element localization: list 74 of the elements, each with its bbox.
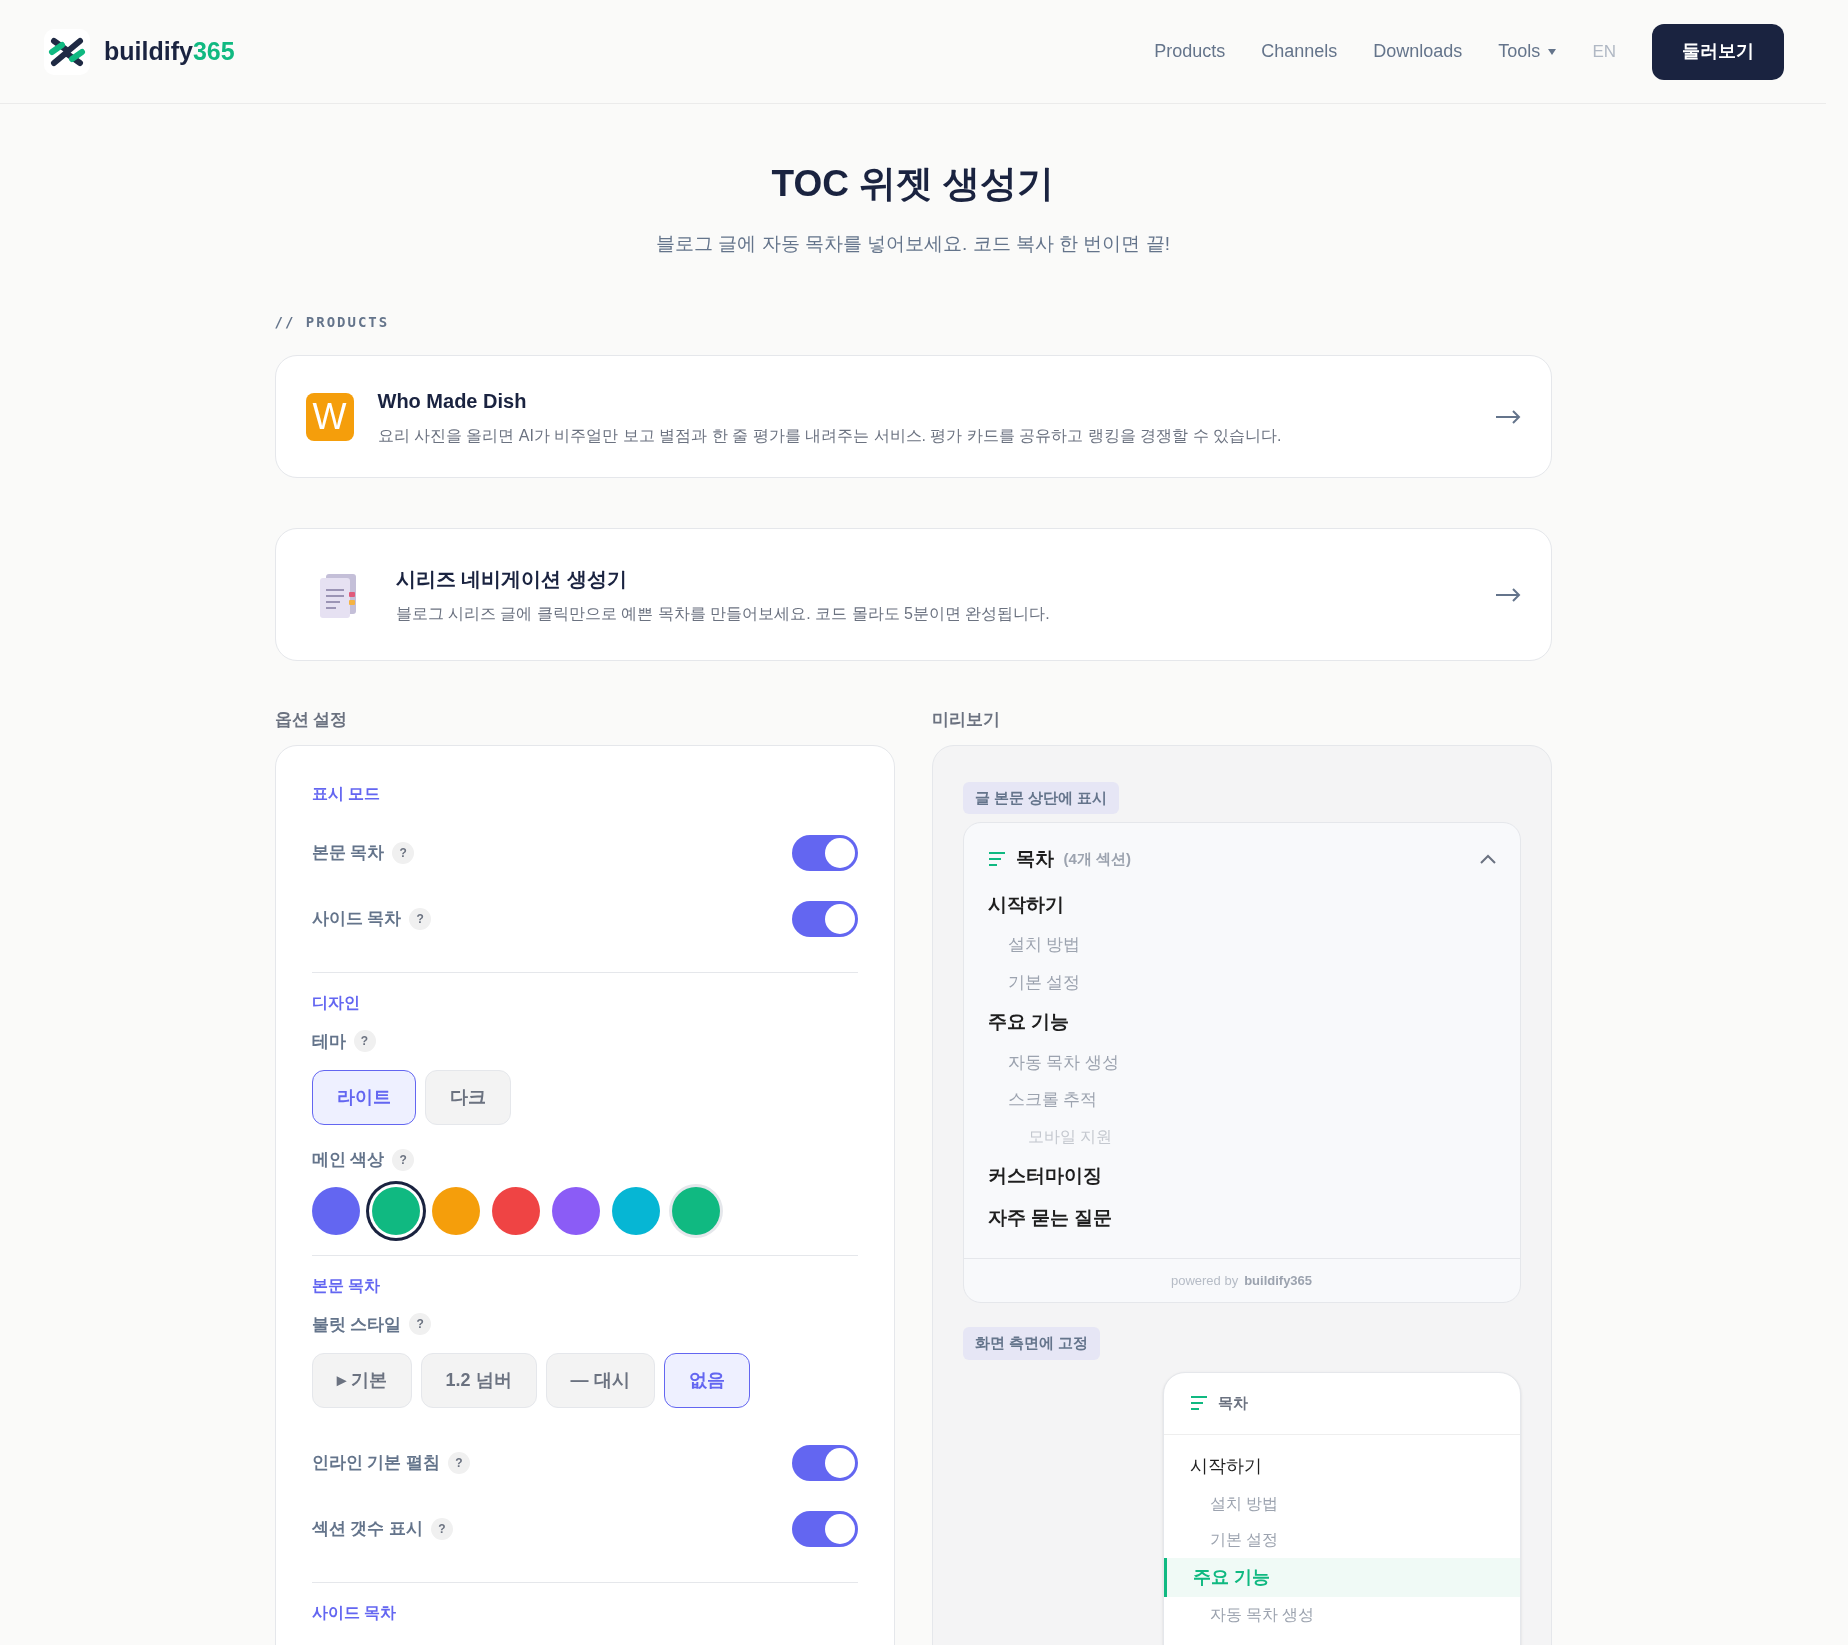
section-title: 표시 모드 <box>311 783 381 804</box>
arrow-right-icon <box>1494 587 1521 602</box>
explore-button[interactable]: 둘러보기 <box>1652 23 1784 80</box>
section-count: (4개 섹션) <box>1063 849 1131 869</box>
toc-item[interactable]: 자주 묻는 질문 <box>987 1197 1496 1240</box>
preview-badge: 글 본문 상단에 표시 <box>962 781 1119 814</box>
option-label: 불릿 스타일 <box>311 1313 402 1336</box>
toc-item[interactable]: 커스터마이징 <box>987 1154 1496 1197</box>
product-card[interactable]: 시리즈 네비게이션 생성기 블로그 시리즈 글에 클릭만으로 예쁜 목차를 만들어보세요. 코드 몰라도 5분이면 완성됩니다. <box>274 528 1552 661</box>
section-title: 사이드 목차 <box>311 1603 397 1623</box>
help-button[interactable]: ? <box>353 1030 376 1053</box>
toc-item[interactable]: 시작하기 <box>987 883 1496 926</box>
option-button[interactable]: 없음 <box>663 1353 750 1408</box>
section-title: 본문 목차 <box>311 1275 381 1296</box>
toc-item[interactable]: 설치 방법 <box>987 926 1496 964</box>
logo-text[interactable]: buildify365 <box>104 32 235 71</box>
option-label: 메인 색상 <box>311 1149 385 1171</box>
toc-item[interactable]: 설치 방법 <box>1163 1485 1520 1522</box>
toc-item[interactable]: 주요 기능 <box>1163 1557 1520 1597</box>
help-button[interactable]: ? <box>430 1518 453 1540</box>
toc-item[interactable]: 기본 설정 <box>987 963 1496 1001</box>
toc-title: 목차 <box>1217 1392 1248 1413</box>
help-button[interactable]: ? <box>409 1313 432 1336</box>
toggle-switch[interactable] <box>791 900 858 937</box>
list-icon <box>987 852 1006 867</box>
nav-link[interactable]: Products <box>1154 38 1226 65</box>
brand-link[interactable]: buildify365 <box>1244 1270 1313 1290</box>
option-button[interactable]: 다크 <box>424 1070 511 1125</box>
option-label: 사이드 목차 <box>311 907 402 930</box>
column-heading: 미리보기 <box>931 709 1001 731</box>
app-icon: W <box>305 392 354 441</box>
option-label: 섹션 갯수 표시 <box>311 1518 423 1541</box>
list-icon <box>1189 1396 1208 1410</box>
toc-item[interactable]: 시작하기 <box>1163 1446 1520 1486</box>
option-button[interactable]: — 대시 <box>545 1353 655 1408</box>
help-button[interactable]: ? <box>392 1148 415 1171</box>
nav-link[interactable]: Downloads <box>1373 38 1463 65</box>
arrow-right-icon <box>1494 409 1521 424</box>
page-title: TOC 위젯 생성기 <box>770 162 1056 206</box>
toggle-switch[interactable] <box>791 834 858 871</box>
product-description: 요리 사진을 올리면 AI가 비주얼만 보고 별점과 한 줄 평가를 내려주는 서비스. 평가 카드를 공유하고 랭킹을 경쟁할 수 있습니다. <box>377 425 1283 446</box>
section-label: // PRODUCTS <box>274 313 391 332</box>
nav-link[interactable]: Channels <box>1261 38 1338 65</box>
toc-title: 목차 <box>1015 847 1054 871</box>
toggle-switch[interactable] <box>791 1511 858 1547</box>
page-subtitle: 블로그 글에 자동 목차를 넣어보세요. 코드 복사 한 번이면 끝! <box>654 231 1172 256</box>
custom-color-swatch[interactable] <box>671 1186 720 1235</box>
option-button[interactable]: 1.2 넘버 <box>420 1353 537 1408</box>
option-button[interactable]: ▸ 기본 <box>311 1353 412 1408</box>
caret-icon <box>1548 48 1557 55</box>
product-card[interactable]: W Who Made Dish 요리 사진을 올리면 AI가 비주얼만 보고 별점과 한 줄 평가를 내려주는 서비스. 평가 카드를 공유하고 랭킹을 경쟁할 수 있습니다. <box>274 355 1552 478</box>
logo-icon <box>42 26 92 77</box>
product-title: Who Made Dish <box>377 388 528 414</box>
section-title: 디자인 <box>311 992 361 1013</box>
column-heading: 옵션 설정 <box>274 709 349 731</box>
help-button[interactable]: ? <box>409 907 432 930</box>
option-label: 테마 <box>311 1030 346 1053</box>
toc-item[interactable]: 자동 목차 생성 <box>987 1043 1496 1081</box>
help-button[interactable]: ? <box>447 1452 470 1474</box>
option-button[interactable]: 라이트 <box>311 1070 416 1125</box>
nav-link[interactable]: Tools <box>1498 38 1557 65</box>
toc-item[interactable]: 스크롤 추적 <box>987 1081 1496 1119</box>
toggle-switch[interactable] <box>791 1445 858 1481</box>
option-label: 인라인 기본 펼침 <box>311 1452 440 1475</box>
option-label: 본문 목차 <box>311 841 385 864</box>
chevron-up-icon[interactable] <box>1479 854 1496 865</box>
toc-item[interactable]: 기본 설정 <box>1163 1521 1520 1558</box>
powered-by-text: powered by <box>1170 1271 1239 1290</box>
product-description: 블로그 시리즈 글에 클릭만으로 예쁜 목차를 만들어보세요. 코드 몰라도 5분이면 완성됩니다. <box>395 603 1051 624</box>
preview-badge: 화면 측면에 고정 <box>962 1327 1100 1360</box>
toc-item[interactable]: 자동 목차 생성 <box>1163 1596 1520 1633</box>
toc-item[interactable]: 주요 기능 <box>987 1001 1496 1044</box>
product-title: 시리즈 네비게이션 생성기 <box>395 566 628 592</box>
help-button[interactable]: ? <box>392 841 415 864</box>
